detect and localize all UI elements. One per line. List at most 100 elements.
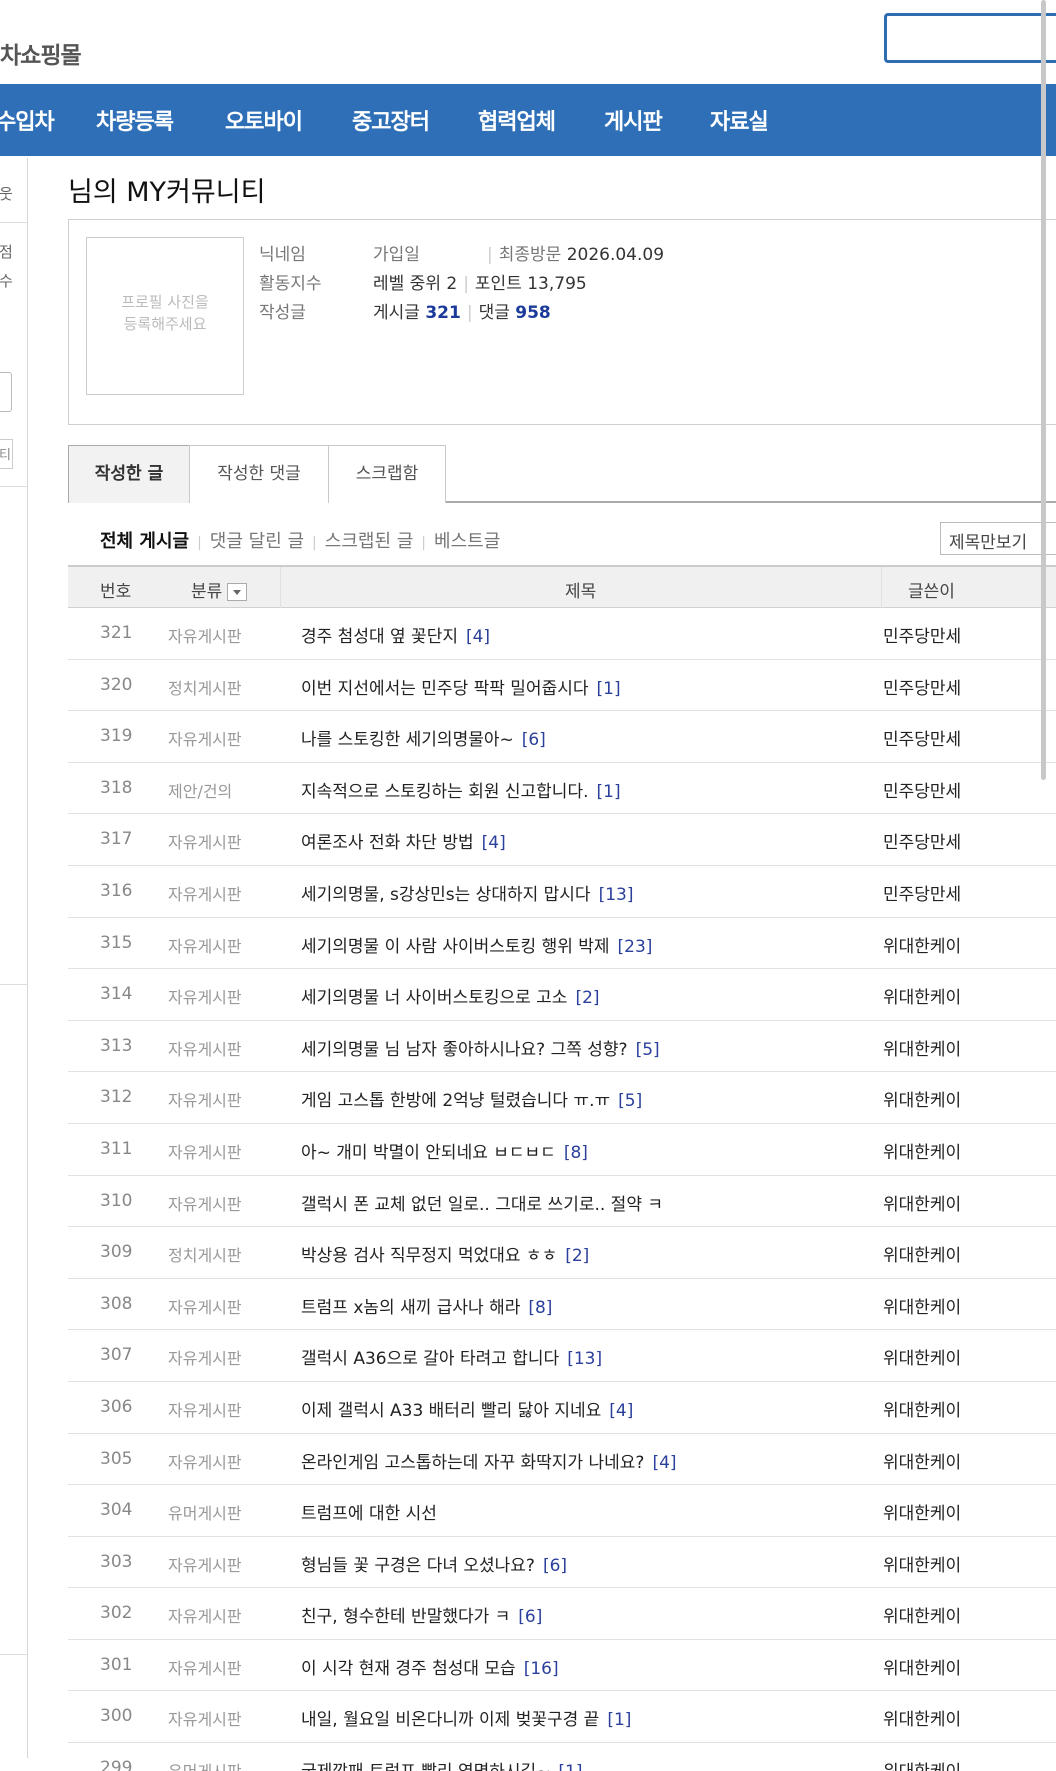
post-category[interactable]: 자유게시판 xyxy=(168,1345,242,1369)
post-title[interactable]: 세기의명물, s강상민s는 상대하지 맙시다 xyxy=(301,885,591,905)
post-title[interactable]: 국제깡패 트럼프 빨리 염명하시길~ xyxy=(301,1762,550,1771)
post-title-link[interactable]: 내일, 월요일 비온다니까 이제 벚꽃구경 끝 [1] xyxy=(301,1705,631,1730)
post-author[interactable]: 위대한케이 xyxy=(883,1086,961,1111)
post-category[interactable]: 자유게시판 xyxy=(168,1449,242,1473)
left-input[interactable] xyxy=(0,372,12,412)
post-title[interactable]: 경주 첨성대 옆 꽃단지 xyxy=(301,627,458,647)
post-author[interactable]: 위대한케이 xyxy=(883,1138,961,1163)
nav-item-motorcycle[interactable]: 오토바이 xyxy=(225,104,303,136)
comment-count[interactable]: [13] xyxy=(599,885,634,905)
post-title[interactable]: 박상용 검사 직무정지 먹었대요 ㅎㅎ xyxy=(301,1246,557,1266)
post-title-link[interactable]: 친구, 형수한테 반말했다가 ㅋ [6] xyxy=(301,1602,542,1627)
comment-count[interactable]: [1] xyxy=(597,782,621,802)
site-logo[interactable]: 차쇼핑몰 xyxy=(0,36,82,70)
post-category[interactable]: 자유게시판 xyxy=(168,1706,242,1730)
post-author[interactable]: 위대한케이 xyxy=(883,1499,961,1524)
post-category[interactable]: 자유게시판 xyxy=(168,933,242,957)
filter-scrapped-posts[interactable]: 스크랩된 글 xyxy=(325,527,414,553)
tab-my-posts[interactable]: 작성한 글 xyxy=(68,445,190,503)
comment-count[interactable]: [8] xyxy=(528,1298,552,1318)
post-title-link[interactable]: 트럼프 x놈의 새끼 급사나 해라 [8] xyxy=(301,1293,552,1318)
post-title[interactable]: 여론조사 전화 차단 방법 xyxy=(301,833,474,853)
post-author[interactable]: 위대한케이 xyxy=(883,1035,961,1060)
post-author[interactable]: 위대한케이 xyxy=(883,1293,961,1318)
post-author[interactable]: 위대한케이 xyxy=(883,1241,961,1266)
comment-count[interactable]: [2] xyxy=(575,988,599,1008)
post-category[interactable]: 유머게시판 xyxy=(168,1500,242,1524)
nav-item-vehicle-register[interactable]: 차량등록 xyxy=(96,104,174,136)
post-title[interactable]: 내일, 월요일 비온다니까 이제 벚꽃구경 끝 xyxy=(301,1710,599,1730)
nav-item-archive[interactable]: 자료실 xyxy=(710,104,769,136)
post-author[interactable]: 위대한케이 xyxy=(883,1551,961,1576)
post-category[interactable]: 자유게시판 xyxy=(168,1139,242,1163)
post-author[interactable]: 민주당만세 xyxy=(883,880,961,905)
post-title-link[interactable]: 이번 지선에서는 민주당 팍팍 밀어줍시다 [1] xyxy=(301,674,621,699)
post-author[interactable]: 민주당만세 xyxy=(883,828,961,853)
post-title[interactable]: 형님들 꽃 구경은 다녀 오셨나요? xyxy=(301,1556,535,1576)
post-author[interactable]: 민주당만세 xyxy=(883,725,961,750)
post-title-link[interactable]: 국제깡패 트럼프 빨리 염명하시길~ [1] xyxy=(301,1757,583,1771)
comment-count[interactable]: [6] xyxy=(543,1556,567,1576)
post-category[interactable]: 자유게시판 xyxy=(168,984,242,1008)
comment-count[interactable]: [6] xyxy=(518,1607,542,1627)
category-filter-dropdown-icon[interactable] xyxy=(227,583,248,601)
post-category[interactable]: 자유게시판 xyxy=(168,726,242,750)
comment-count[interactable]: [5] xyxy=(618,1091,642,1111)
post-category[interactable]: 정치게시판 xyxy=(168,1242,242,1266)
post-category[interactable]: 유머게시판 xyxy=(168,1758,242,1771)
nav-item-used-market[interactable]: 중고장터 xyxy=(352,104,430,136)
post-category[interactable]: 자유게시판 xyxy=(168,829,242,853)
filter-best-posts[interactable]: 베스트글 xyxy=(434,527,500,553)
comment-count[interactable]: [8] xyxy=(564,1143,588,1163)
comment-count[interactable]: [1] xyxy=(558,1762,582,1771)
filter-all-posts[interactable]: 전체 게시글 xyxy=(100,527,189,553)
view-mode-select[interactable]: 제목만보기 xyxy=(940,522,1056,555)
comment-count[interactable]: [4] xyxy=(652,1453,676,1473)
post-title-link[interactable]: 아~ 개미 박멸이 안되네요 ㅂㄷㅂㄷ [8] xyxy=(301,1138,588,1163)
post-author[interactable]: 민주당만세 xyxy=(883,622,961,647)
post-title-link[interactable]: 이제 갤럭시 A33 배터리 빨리 닳아 지네요 [4] xyxy=(301,1396,633,1421)
post-category[interactable]: 자유게시판 xyxy=(168,1294,242,1318)
tab-my-comments[interactable]: 작성한 댓글 xyxy=(189,445,329,503)
post-title[interactable]: 트럼프에 대한 시선 xyxy=(301,1504,437,1524)
post-author[interactable]: 위대한케이 xyxy=(883,932,961,957)
comment-count[interactable]: [5] xyxy=(636,1040,660,1060)
filter-commented-posts[interactable]: 댓글 달린 글 xyxy=(210,527,304,553)
post-title[interactable]: 이제 갤럭시 A33 배터리 빨리 닳아 지네요 xyxy=(301,1401,601,1421)
post-title-link[interactable]: 트럼프에 대한 시선 xyxy=(301,1499,437,1524)
comment-count[interactable]: [2] xyxy=(565,1246,589,1266)
comment-count[interactable]: [6] xyxy=(522,730,546,750)
post-title[interactable]: 온라인게임 고스톱하는데 자꾸 화딱지가 나네요? xyxy=(301,1453,644,1473)
post-title[interactable]: 세기의명물 이 사람 사이버스토킹 행위 박제 xyxy=(301,937,610,957)
comment-count[interactable]: [1] xyxy=(607,1710,631,1730)
post-category[interactable]: 자유게시판 xyxy=(168,1552,242,1576)
post-category[interactable]: 자유게시판 xyxy=(168,1603,242,1627)
post-category[interactable]: 자유게시판 xyxy=(168,1191,242,1215)
post-author[interactable]: 민주당만세 xyxy=(883,674,961,699)
post-title[interactable]: 아~ 개미 박멸이 안되네요 ㅂㄷㅂㄷ xyxy=(301,1143,556,1163)
comment-count[interactable]: [13] xyxy=(567,1349,602,1369)
comment-count[interactable]: [4] xyxy=(482,833,506,853)
post-title-link[interactable]: 세기의명물 이 사람 사이버스토킹 행위 박제 [23] xyxy=(301,932,652,957)
post-title[interactable]: 나를 스토킹한 세기의명물아~ xyxy=(301,730,514,750)
post-title-link[interactable]: 세기의명물 너 사이버스토킹으로 고소 [2] xyxy=(301,983,600,1008)
nav-item-board[interactable]: 게시판 xyxy=(604,104,663,136)
profile-photo-placeholder[interactable]: 프로필 사진을 등록해주세요 xyxy=(86,237,244,395)
post-author[interactable]: 위대한케이 xyxy=(883,1190,961,1215)
post-title-link[interactable]: 이 시각 현재 경주 첨성대 모습 [16] xyxy=(301,1654,559,1679)
search-input[interactable] xyxy=(884,13,1056,63)
post-title-link[interactable]: 게임 고스톱 한방에 2억냥 털렸습니다 ㅠ.ㅠ [5] xyxy=(301,1086,642,1111)
scrollbar[interactable] xyxy=(1041,0,1046,780)
post-title[interactable]: 이번 지선에서는 민주당 팍팍 밀어줍시다 xyxy=(301,679,589,699)
post-category[interactable]: 제안/건의 xyxy=(168,778,232,802)
nav-item-partners[interactable]: 협력업체 xyxy=(478,104,556,136)
post-title-link[interactable]: 경주 첨성대 옆 꽃단지 [4] xyxy=(301,622,490,647)
left-button[interactable]: 티 xyxy=(0,439,13,469)
comment-count[interactable]: [16] xyxy=(524,1659,559,1679)
post-title-link[interactable]: 지속적으로 스토킹하는 회원 신고합니다. [1] xyxy=(301,777,621,802)
post-title-link[interactable]: 형님들 꽃 구경은 다녀 오셨나요? [6] xyxy=(301,1551,567,1576)
post-title[interactable]: 게임 고스톱 한방에 2억냥 털렸습니다 ㅠ.ㅠ xyxy=(301,1091,610,1111)
post-title[interactable]: 세기의명물 너 사이버스토킹으로 고소 xyxy=(301,988,567,1008)
comment-count[interactable]: [23] xyxy=(618,937,653,957)
post-title[interactable]: 트럼프 x놈의 새끼 급사나 해라 xyxy=(301,1298,520,1318)
